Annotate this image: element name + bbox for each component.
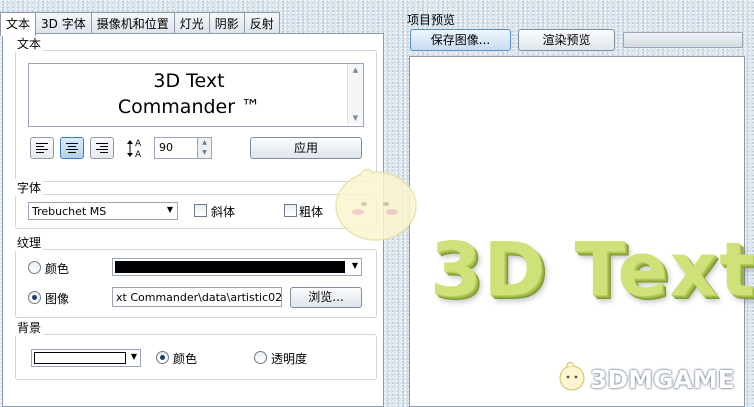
text-line-2: Commander ™ [117, 96, 261, 118]
spin-up-icon[interactable]: ▲ [198, 138, 211, 148]
tab-bar: 文本 3D 字体 摄像机和位置 灯光 阴影 反射 [0, 12, 310, 36]
background-group-title: 背景 [15, 319, 44, 336]
align-left-button[interactable] [30, 137, 54, 159]
chevron-down-icon: ▼ [351, 261, 358, 270]
scroll-up-icon[interactable]: ▲ [348, 64, 363, 76]
italic-checkbox[interactable] [194, 204, 207, 217]
italic-label: 斜体 [211, 205, 236, 219]
align-right-button[interactable] [90, 137, 114, 159]
bold-checkbox[interactable] [284, 204, 297, 217]
tab-3d-font[interactable]: 3D 字体 [35, 12, 92, 35]
preview-3d-text: 3D Text [430, 227, 754, 313]
render-preview-button[interactable]: 渲染预览 [518, 29, 615, 51]
spin-down-icon[interactable]: ▼ [198, 148, 211, 158]
text-line-1: 3D Text [153, 70, 225, 92]
background-color-radio[interactable] [156, 351, 169, 364]
background-transparency-radio[interactable] [254, 351, 267, 364]
scroll-down-icon[interactable]: ▼ [348, 112, 363, 124]
text-content-area[interactable]: 3D Text Commander ™ ▲ ▼ [28, 63, 364, 127]
background-group: 背景 ▼ 颜色 透明度 [15, 319, 377, 380]
chevron-down-icon: ▼ [130, 352, 137, 361]
mascot-logo-icon [558, 358, 586, 392]
text-group-title: 文本 [15, 35, 44, 52]
tab-shadow[interactable]: 阴影 [208, 12, 245, 35]
tab-reflection[interactable]: 反射 [243, 12, 280, 35]
bold-label: 粗体 [299, 205, 324, 219]
tab-camera-position[interactable]: 摄像机和位置 [90, 12, 175, 35]
svg-text:A: A [135, 150, 142, 159]
font-size-spinner[interactable]: ▲ ▼ [197, 138, 211, 158]
settings-panel: 文本 3D Text Commander ™ ▲ ▼ A A 90 ▲ ▼ 应用… [2, 33, 384, 407]
font-group: 字体 Trebuchet MS ▼ 斜体 粗体 [15, 179, 377, 229]
font-size-input[interactable]: 90 ▲ ▼ [154, 137, 212, 159]
tab-text[interactable]: 文本 [0, 12, 37, 36]
background-color-label: 颜色 [173, 352, 198, 366]
texture-color-label: 颜色 [45, 262, 70, 276]
chevron-down-icon: ▼ [166, 205, 173, 214]
mascot-watermark [330, 160, 426, 246]
svg-text:A: A [135, 139, 142, 149]
render-progress-bar [623, 32, 743, 48]
text-group: 文本 3D Text Commander ™ ▲ ▼ A A 90 ▲ ▼ 应用 [15, 35, 377, 182]
texture-image-radio[interactable] [28, 291, 41, 304]
texture-image-label: 图像 [45, 292, 70, 306]
texture-group-title: 纹理 [15, 234, 44, 251]
font-size-value: 90 [159, 141, 173, 154]
align-center-button[interactable] [60, 137, 84, 159]
preview-panel: 3D Text [409, 56, 754, 407]
font-select-value: Trebuchet MS [32, 205, 107, 218]
tab-lighting[interactable]: 灯光 [173, 12, 210, 35]
text-scrollbar[interactable]: ▲ ▼ [347, 64, 363, 124]
watermark-text: 3DMGAME [590, 365, 735, 394]
texture-color-radio[interactable] [28, 261, 41, 274]
texture-color-picker[interactable]: ▼ [112, 258, 362, 276]
background-color-swatch [34, 352, 126, 364]
font-size-icon: A A [126, 137, 148, 160]
background-transparency-label: 透明度 [271, 352, 308, 366]
browse-button[interactable]: 浏览... [290, 287, 362, 308]
preview-title: 项目预览 [407, 13, 456, 27]
font-select[interactable]: Trebuchet MS ▼ [28, 202, 178, 220]
texture-group: 纹理 颜色 ▼ 图像 xt Commander\data\artistic02.… [15, 234, 377, 318]
color-swatch [115, 261, 345, 273]
font-group-title: 字体 [15, 179, 44, 196]
save-image-button[interactable]: 保存图像... [410, 29, 511, 51]
texture-image-path[interactable]: xt Commander\data\artistic02.jpg [112, 287, 282, 307]
background-color-picker[interactable]: ▼ [31, 349, 141, 367]
apply-button[interactable]: 应用 [250, 137, 362, 159]
